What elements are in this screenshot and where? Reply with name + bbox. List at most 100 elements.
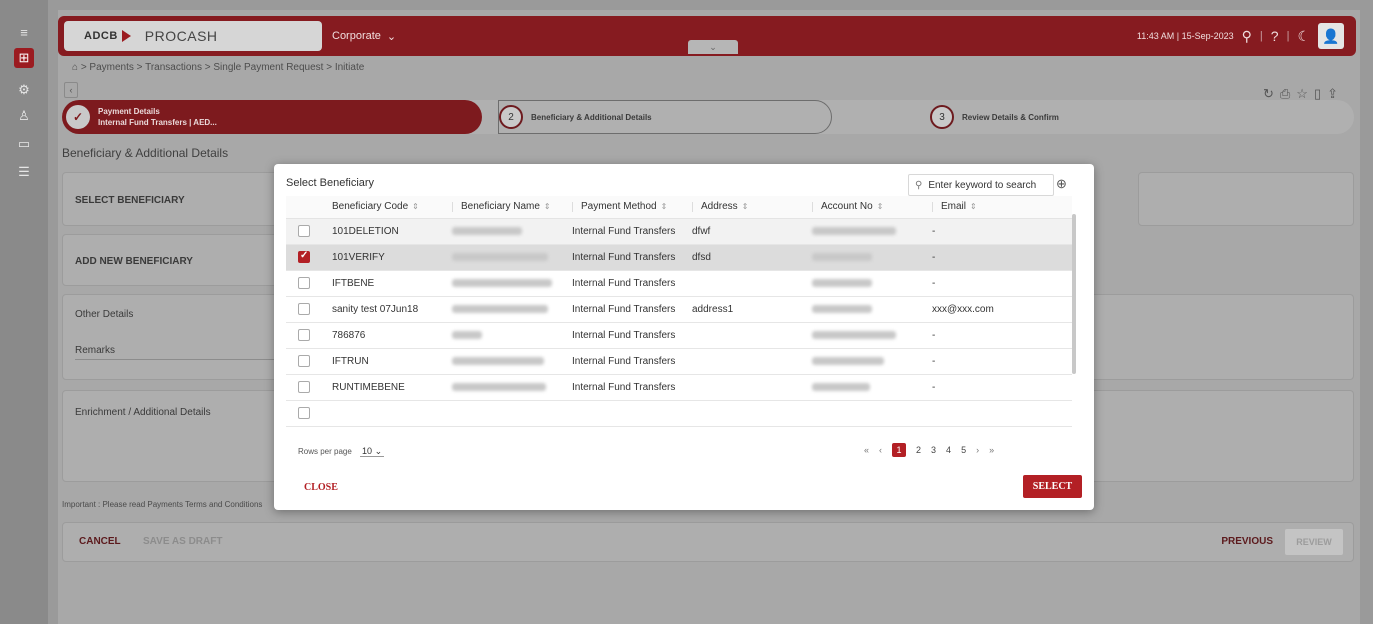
last-page-icon[interactable]: » bbox=[989, 445, 994, 455]
cancel-button[interactable]: CANCEL bbox=[79, 536, 121, 547]
column-label: Email bbox=[941, 201, 967, 213]
row-checkbox[interactable] bbox=[298, 277, 310, 289]
beneficiary-name-redacted bbox=[446, 348, 566, 375]
search-icon[interactable]: ⚲ bbox=[1242, 28, 1252, 45]
save-draft-button[interactable]: SAVE AS DRAFT bbox=[143, 536, 222, 547]
check-icon: ✓ bbox=[66, 105, 90, 129]
select-beneficiary-card[interactable]: SELECT BENEFICIARY bbox=[62, 172, 310, 226]
address: address1 bbox=[686, 296, 806, 323]
account-no-redacted bbox=[806, 244, 926, 271]
next-page-icon[interactable]: › bbox=[976, 445, 979, 455]
rows-per-page-label: Rows per page bbox=[298, 447, 352, 456]
expand-header-tab[interactable]: ⌄ bbox=[688, 40, 738, 54]
column-header[interactable]: Address ⇕ bbox=[686, 196, 806, 219]
email: - bbox=[926, 270, 1072, 297]
sort-icon[interactable]: ⇕ bbox=[661, 202, 668, 211]
column-header[interactable]: Beneficiary Code ⇕ bbox=[326, 196, 446, 219]
sort-icon[interactable]: ⇕ bbox=[544, 202, 551, 211]
row-checkbox-cell bbox=[286, 218, 326, 245]
hamburger-icon[interactable]: ≡ bbox=[14, 22, 34, 42]
payment-method: Internal Fund Transfers bbox=[566, 322, 686, 349]
back-button[interactable]: ‹ bbox=[64, 82, 78, 98]
email: - bbox=[926, 374, 1072, 401]
page-button[interactable]: 2 bbox=[916, 445, 921, 455]
table-row[interactable] bbox=[286, 400, 1072, 427]
add-new-beneficiary-label: ADD NEW BENEFICIARY bbox=[75, 256, 193, 267]
bank-logo-mark bbox=[121, 30, 131, 42]
prev-page-icon[interactable]: ‹ bbox=[879, 445, 882, 455]
sort-icon[interactable]: ⇕ bbox=[970, 202, 977, 211]
payment-method: Internal Fund Transfers bbox=[566, 348, 686, 375]
search-box[interactable]: ⚲ bbox=[908, 174, 1054, 196]
brand-logo[interactable]: ADCB PROCASH bbox=[64, 21, 322, 51]
close-button[interactable]: CLOSE bbox=[304, 482, 338, 493]
page-button[interactable]: 5 bbox=[961, 445, 966, 455]
table-row[interactable]: sanity test 07Jun18 Internal Fund Transf… bbox=[286, 296, 1072, 323]
dashboard-icon[interactable]: ⊞ bbox=[14, 48, 34, 68]
reports-icon[interactable]: ☰ bbox=[14, 162, 34, 182]
column-header[interactable]: Beneficiary Name ⇕ bbox=[446, 196, 566, 219]
account-no-redacted bbox=[806, 374, 926, 401]
sort-icon[interactable]: ⇕ bbox=[877, 202, 884, 211]
step-beneficiary[interactable]: 2 Beneficiary & Additional Details bbox=[498, 100, 832, 134]
column-header[interactable]: Payment Method ⇕ bbox=[566, 196, 686, 219]
row-checkbox[interactable] bbox=[298, 407, 310, 419]
advanced-search-icon[interactable]: ⊕ bbox=[1056, 176, 1067, 192]
table-row[interactable]: 101DELETION Internal Fund Transfers dfwf… bbox=[286, 218, 1072, 245]
select-button[interactable]: SELECT bbox=[1023, 475, 1082, 498]
terms-notice[interactable]: Important : Please read Payments Terms a… bbox=[62, 500, 262, 509]
review-button[interactable]: REVIEW bbox=[1285, 529, 1343, 555]
previous-button[interactable]: PREVIOUS bbox=[1221, 536, 1273, 547]
row-checkbox[interactable] bbox=[298, 355, 310, 367]
sort-icon[interactable]: ⇕ bbox=[742, 202, 749, 211]
remarks-label[interactable]: Remarks bbox=[75, 345, 115, 356]
table-row[interactable]: RUNTIMEBENE Internal Fund Transfers - bbox=[286, 374, 1072, 401]
payments-icon[interactable]: ▭ bbox=[14, 134, 34, 154]
breadcrumb[interactable]: ⌂ > Payments > Transactions > Single Pay… bbox=[72, 62, 364, 73]
email: - bbox=[926, 322, 1072, 349]
share-icon[interactable]: ⇪ bbox=[1327, 86, 1344, 101]
step2-label: Beneficiary & Additional Details bbox=[531, 112, 652, 122]
step-payment-details[interactable]: ✓ Payment Details Internal Fund Transfer… bbox=[62, 100, 482, 134]
row-checkbox[interactable] bbox=[298, 381, 310, 393]
help-icon[interactable]: ? bbox=[1271, 28, 1279, 44]
avatar[interactable]: 👤 bbox=[1318, 23, 1344, 49]
enrichment-label[interactable]: Enrichment / Additional Details bbox=[75, 407, 211, 418]
beneficiary-code: 101VERIFY bbox=[326, 244, 446, 271]
column-header[interactable]: Email ⇕ bbox=[926, 196, 1072, 219]
page-button[interactable]: 4 bbox=[946, 445, 951, 455]
address: dfsd bbox=[686, 244, 806, 271]
table-row[interactable]: 101VERIFY Internal Fund Transfers dfsd - bbox=[286, 244, 1072, 271]
add-new-beneficiary-card[interactable]: ADD NEW BENEFICIARY bbox=[62, 234, 310, 286]
print-icon[interactable]: ⎙ bbox=[1280, 86, 1296, 101]
settings-icon[interactable]: ⚙ bbox=[14, 80, 34, 100]
table-row[interactable]: IFTRUN Internal Fund Transfers - bbox=[286, 348, 1072, 375]
user-icon[interactable]: ♙ bbox=[14, 106, 34, 126]
row-checkbox[interactable] bbox=[298, 225, 310, 237]
header-actions: 11:43 AM | 15-Sep-2023 ⚲ | ? | ☾ 👤 bbox=[1137, 16, 1344, 56]
sort-icon[interactable]: ⇕ bbox=[412, 202, 419, 211]
address bbox=[686, 322, 806, 349]
column-header[interactable]: Account No ⇕ bbox=[806, 196, 926, 219]
page-button[interactable]: 3 bbox=[931, 445, 936, 455]
row-checkbox[interactable] bbox=[298, 303, 310, 315]
page-button[interactable]: 1 bbox=[892, 443, 907, 457]
search-input[interactable] bbox=[928, 179, 1047, 191]
table-row[interactable]: IFTBENE Internal Fund Transfers - bbox=[286, 270, 1072, 297]
payment-method: Internal Fund Transfers bbox=[566, 374, 686, 401]
refresh-icon[interactable]: ↻ bbox=[1263, 86, 1280, 101]
row-checkbox[interactable] bbox=[298, 250, 310, 263]
entity-selector[interactable]: Corporate ⌄ bbox=[332, 30, 396, 43]
column-label: Account No bbox=[821, 201, 873, 213]
left-rail: ≡ ⊞ ⚙ ♙ ▭ ☰ bbox=[0, 0, 48, 624]
theme-toggle-icon[interactable]: ☾ bbox=[1297, 28, 1310, 45]
first-page-icon[interactable]: « bbox=[864, 445, 869, 455]
bookmark-icon[interactable]: ▯ bbox=[1314, 86, 1327, 101]
table-scrollbar[interactable] bbox=[1072, 214, 1076, 374]
entity-label: Corporate bbox=[332, 30, 381, 42]
row-checkbox[interactable] bbox=[298, 329, 310, 341]
star-icon[interactable]: ☆ bbox=[1296, 86, 1314, 101]
rows-per-page-select[interactable]: 10 ⌄ bbox=[360, 446, 385, 457]
step-review[interactable]: 3 Review Details & Confirm bbox=[930, 105, 1059, 129]
table-row[interactable]: 786876 Internal Fund Transfers - bbox=[286, 322, 1072, 349]
